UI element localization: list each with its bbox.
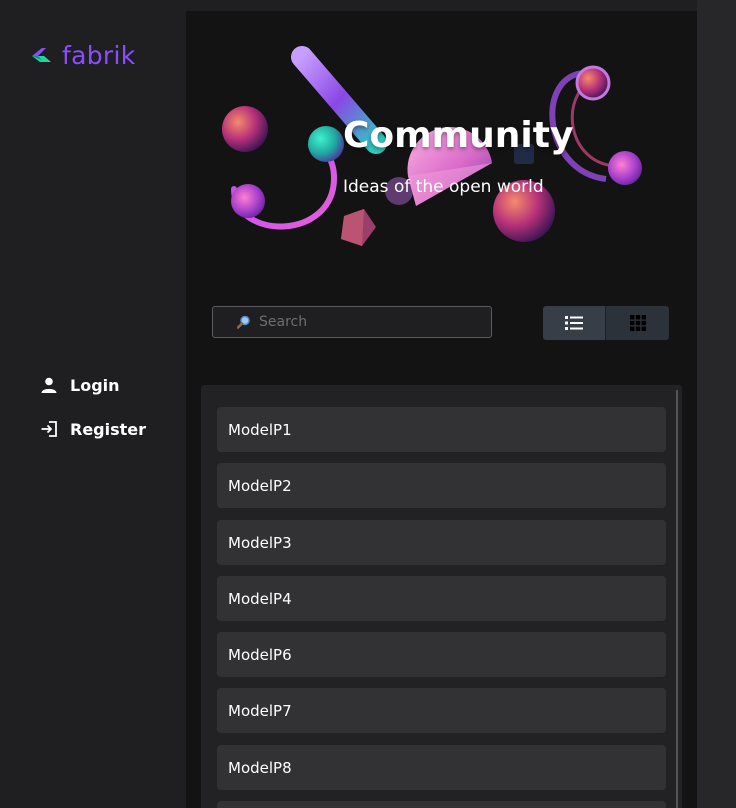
- main-content: Community Ideas of the open world Search…: [186, 11, 697, 808]
- scrollbar[interactable]: [676, 390, 678, 808]
- list-icon: [565, 316, 583, 330]
- login-label: Login: [70, 375, 120, 395]
- grid-icon: [629, 315, 646, 331]
- user-icon: [41, 377, 57, 393]
- list-item[interactable]: ModelP8: [217, 745, 666, 790]
- grid-view-button[interactable]: [606, 306, 669, 340]
- search-icon: [237, 315, 250, 329]
- list-item[interactable]: ModelP3: [217, 520, 666, 565]
- model-list: ModelP1 ModelP2 ModelP3 ModelP4 ModelP6 …: [201, 385, 682, 808]
- page-title: Community: [343, 115, 574, 156]
- list-item[interactable]: ModelP4: [217, 576, 666, 621]
- register-link[interactable]: Register: [40, 416, 146, 442]
- fabrik-logo-icon: [32, 47, 51, 62]
- window-edge: [697, 0, 736, 808]
- hero-banner: Community Ideas of the open world: [186, 11, 697, 281]
- view-toggle: [543, 306, 670, 340]
- logo[interactable]: fabrik: [30, 41, 136, 70]
- sidebar: fabrik Login Register: [0, 0, 186, 808]
- search-box[interactable]: [212, 306, 492, 338]
- auth-nav: Login Register: [40, 372, 146, 460]
- register-label: Register: [70, 419, 147, 439]
- list-view-button[interactable]: [543, 306, 606, 340]
- list-item[interactable]: ModelP7: [217, 688, 666, 733]
- page-subtitle: Ideas of the open world: [343, 177, 544, 197]
- sign-in-icon: [41, 421, 57, 437]
- search-input[interactable]: [257, 313, 481, 331]
- list-item[interactable]: [217, 801, 666, 808]
- list-item[interactable]: ModelP1: [217, 407, 666, 452]
- login-link[interactable]: Login: [40, 372, 146, 398]
- logo-text: fabrik: [62, 41, 136, 70]
- list-item[interactable]: ModelP2: [217, 463, 666, 508]
- list-item[interactable]: ModelP6: [217, 632, 666, 677]
